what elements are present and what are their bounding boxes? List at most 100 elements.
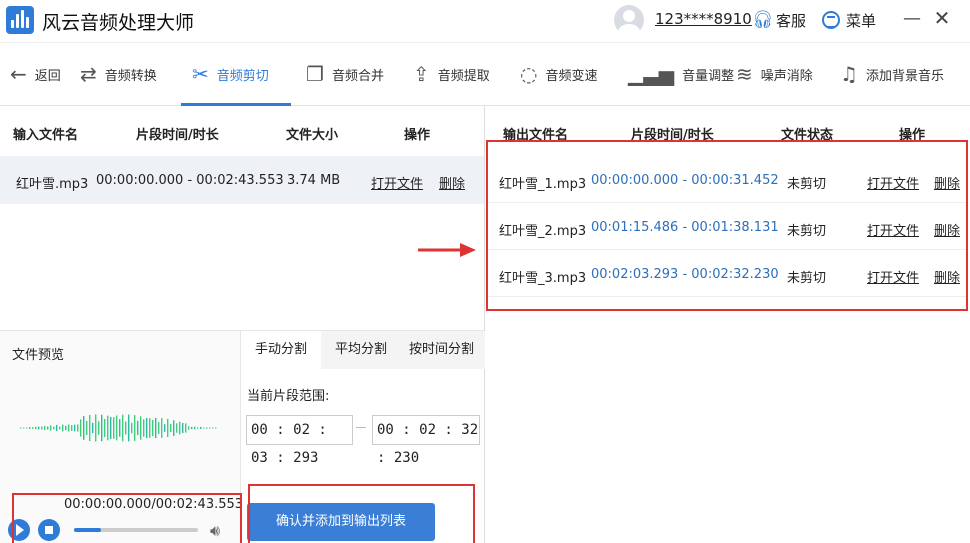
convert-icon: ⇄ xyxy=(80,62,97,86)
noise-icon: ≋ xyxy=(736,62,753,86)
waveform-bar xyxy=(149,418,151,438)
start-time-input[interactable]: 00 : 02 : 03 : 293 xyxy=(246,415,353,466)
waveform-bar xyxy=(32,427,34,429)
col-input-time: 片段时间/时长 xyxy=(136,128,219,143)
toolbar-audio-speed[interactable]: ◌ 音频变速 xyxy=(520,43,597,105)
preview-label: 文件预览 xyxy=(12,348,65,363)
waveform-bar xyxy=(20,427,22,429)
open-file-link[interactable]: 打开文件 xyxy=(371,173,423,192)
toolbar-back-label: 返回 xyxy=(34,68,61,84)
annotation-arrow-icon xyxy=(418,243,476,257)
waveform-bar xyxy=(86,421,88,435)
waveform-bar xyxy=(128,414,130,442)
minimize-button[interactable]: — xyxy=(902,8,922,30)
waveform-bar xyxy=(56,424,58,432)
toolbar-noise-label: 噪声消除 xyxy=(760,68,813,84)
customer-service-button[interactable]: 客服 xyxy=(776,10,806,31)
waveform-bar xyxy=(59,426,61,430)
toolbar-back[interactable]: ← 返回 xyxy=(10,43,61,105)
delete-link[interactable]: 删除 xyxy=(439,173,465,192)
range-dash xyxy=(356,427,366,428)
scissors-icon: ✂ xyxy=(192,62,209,86)
toolbar-cut-label: 音频剪切 xyxy=(216,68,269,84)
toolbar-audio-convert[interactable]: ⇄ 音频转换 xyxy=(80,43,157,105)
back-arrow-icon: ← xyxy=(10,62,27,86)
waveform-bar xyxy=(185,423,187,433)
table-row[interactable]: 红叶雪.mp3 00:00:00.000 - 00:02:43.553 3.74… xyxy=(0,156,484,204)
waveform-bar xyxy=(215,427,217,429)
toolbar-add-bgm[interactable]: ♫ 添加背景音乐 xyxy=(840,43,944,105)
app-title: 风云音频处理大师 xyxy=(42,12,195,34)
waveform-bar xyxy=(110,417,112,439)
music-note-icon: ♫ xyxy=(840,62,858,86)
waveform-bar xyxy=(47,426,49,430)
range-label: 当前片段范围: xyxy=(247,389,330,404)
waveform-bar xyxy=(161,418,163,438)
waveform-bar xyxy=(23,427,25,429)
waveform-bar xyxy=(146,418,148,439)
waveform-bar xyxy=(116,415,118,441)
waveform-bar xyxy=(188,426,190,430)
waveform-bar xyxy=(29,427,31,429)
waveform-bar xyxy=(125,421,127,435)
waveform-bar xyxy=(26,427,28,429)
waveform-bar xyxy=(53,426,55,430)
toolbar-audio-extract[interactable]: ⇪ 音频提取 xyxy=(413,43,490,105)
waveform-bar xyxy=(107,415,109,441)
waveform-bar xyxy=(152,420,154,437)
waveform-bar xyxy=(179,421,181,435)
panel-divider xyxy=(484,106,485,543)
confirm-highlight-box xyxy=(248,484,475,543)
waveform-bar xyxy=(140,416,142,440)
input-file-size: 3.74 MB xyxy=(287,173,341,188)
waveform-bar xyxy=(176,423,178,433)
app-logo-icon xyxy=(6,6,34,34)
toolbar-noise-removal[interactable]: ≋ 噪声消除 xyxy=(736,43,813,105)
toolbar-convert-label: 音频转换 xyxy=(104,68,157,84)
menu-icon[interactable] xyxy=(822,11,840,29)
waveform-bar xyxy=(35,426,37,430)
toolbar-volume-adjust[interactable]: ▁▃▅ 音量调整 xyxy=(628,43,734,105)
toolbar-merge-label: 音频合并 xyxy=(331,68,384,84)
waveform-bar xyxy=(209,427,211,429)
input-file-time: 00:00:00.000 - 00:02:43.553 xyxy=(96,173,284,188)
waveform-bar xyxy=(41,426,43,430)
menu-button[interactable]: 菜单 xyxy=(846,10,876,31)
tab-even-split[interactable]: 平均分割 xyxy=(321,331,401,369)
waveform-bar xyxy=(206,427,208,429)
col-input-action: 操作 xyxy=(404,128,431,143)
tab-time-split[interactable]: 按时间分割 xyxy=(401,331,485,369)
waveform-bar xyxy=(83,416,85,440)
waveform-bar xyxy=(197,427,199,429)
waveform-bar xyxy=(50,425,52,431)
waveform-bar xyxy=(143,419,145,437)
extract-icon: ⇪ xyxy=(413,62,430,86)
end-time-input[interactable]: 00 : 02 : 32 : 230 xyxy=(372,415,480,466)
waveform-bar xyxy=(203,427,205,429)
close-button[interactable]: ✕ xyxy=(932,7,952,29)
waveform xyxy=(20,414,217,442)
waveform-bar xyxy=(89,414,91,442)
waveform-bar xyxy=(200,426,202,429)
split-tabs: 手动分割 平均分割 按时间分割 xyxy=(241,331,485,370)
waveform-bar xyxy=(167,418,169,437)
waveform-bar xyxy=(137,420,139,436)
username-link[interactable]: 123****8910 xyxy=(655,10,752,28)
waveform-bar xyxy=(173,420,175,436)
player-highlight-box xyxy=(12,493,242,543)
avatar[interactable] xyxy=(614,5,644,35)
waveform-bar xyxy=(38,426,40,430)
waveform-bar xyxy=(158,422,160,434)
input-table-header: 输入文件名 片段时间/时长 文件大小 操作 xyxy=(0,112,484,152)
toolbar-audio-merge[interactable]: ❐ 音频合并 xyxy=(306,43,384,105)
toolbar: ← 返回 ⇄ 音频转换 ✂ 音频剪切 ❐ 音频合并 ⇪ 音频提取 ◌ 音频变速 … xyxy=(0,42,970,106)
waveform-bar xyxy=(155,417,157,439)
waveform-bar xyxy=(71,425,73,431)
toolbar-audio-cut[interactable]: ✂ 音频剪切 xyxy=(192,43,269,105)
waveform-bar xyxy=(92,422,94,433)
tab-manual-split[interactable]: 手动分割 xyxy=(241,331,321,370)
toolbar-volume-label: 音量调整 xyxy=(682,68,735,84)
headset-icon[interactable]: 🎧︎ xyxy=(752,10,774,30)
waveform-bar xyxy=(68,424,70,432)
toolbar-extract-label: 音频提取 xyxy=(437,68,490,84)
